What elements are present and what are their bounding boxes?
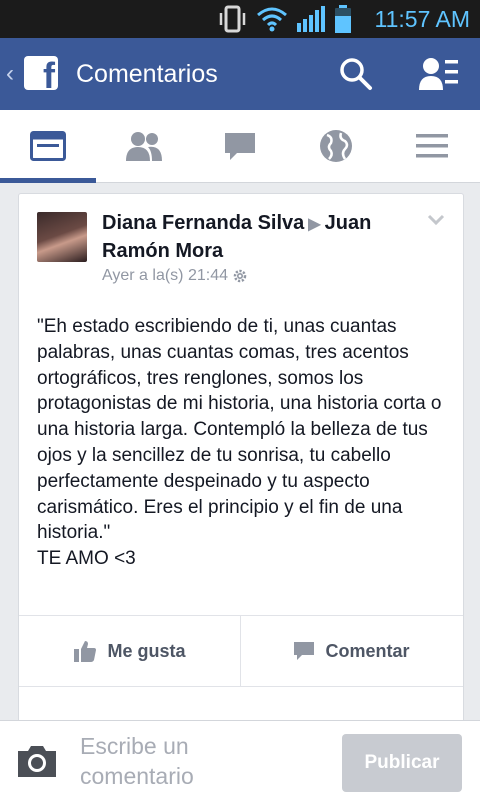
comment-icon — [294, 642, 315, 660]
battery-icon — [335, 5, 351, 33]
facebook-logo[interactable]: f — [24, 56, 58, 90]
status-bar: 11:57 AM — [0, 0, 480, 38]
signal-icon — [297, 6, 325, 32]
comment-composer: Escribe un comentario Publicar — [0, 720, 480, 801]
divider — [19, 686, 463, 687]
camera-icon[interactable] — [16, 743, 58, 779]
back-button[interactable]: ‹ — [6, 60, 14, 88]
comment-button[interactable]: Comentar — [241, 616, 462, 686]
chevron-down-icon[interactable] — [427, 214, 445, 226]
like-button[interactable]: Me gusta — [19, 616, 240, 686]
thumbs-up-icon — [74, 641, 97, 662]
status-time: 11:57 AM — [374, 6, 470, 32]
tab-news-feed[interactable] — [0, 110, 96, 183]
post-card: Diana Fernanda Silva ▶ Juan Ramón Mora Aye… — [18, 193, 464, 755]
comment-input[interactable]: Escribe un comentario — [80, 731, 300, 791]
tab-bar — [0, 110, 480, 183]
search-icon[interactable] — [338, 56, 374, 92]
post-text-signoff: TE AMO <3 — [37, 548, 136, 570]
tab-friend-requests[interactable] — [96, 110, 192, 182]
post-meta: Ayer a la(s) 21:44 — [102, 266, 248, 286]
author-name[interactable]: Diana Fernanda Silva — [102, 212, 304, 234]
comment-label: Comentar — [325, 640, 410, 661]
post-text: "Eh estado escribiendo de ti, unas cuant… — [37, 316, 447, 544]
logo-letter: f — [43, 56, 55, 90]
friends-icon — [126, 132, 162, 161]
tab-more[interactable] — [384, 110, 480, 182]
page-title: Comentarios — [76, 60, 218, 88]
status-icons — [218, 4, 352, 34]
news-feed-icon — [30, 131, 66, 161]
tab-notifications[interactable] — [288, 110, 384, 182]
globe-icon — [320, 130, 352, 162]
post-headline: Diana Fernanda Silva ▶ Juan Ramón Mora — [102, 210, 422, 264]
gear-icon[interactable] — [232, 268, 248, 284]
like-label: Me gusta — [107, 640, 186, 661]
avatar[interactable] — [37, 212, 87, 262]
publish-button[interactable]: Publicar — [342, 734, 462, 792]
friends-list-icon[interactable] — [418, 56, 460, 92]
post-body: "Eh estado escribiendo de ti, unas cuant… — [37, 314, 447, 572]
vibrate-icon — [219, 5, 246, 33]
wifi-icon — [257, 7, 287, 32]
post-timestamp[interactable]: Ayer a la(s) 21:44 — [102, 266, 228, 286]
app-bar: ‹ f Comentarios — [0, 38, 480, 110]
menu-icon — [416, 134, 448, 158]
arrow-right-icon: ▶ — [308, 216, 321, 233]
chat-bubble-icon — [225, 133, 255, 160]
tab-messages[interactable] — [192, 110, 288, 182]
